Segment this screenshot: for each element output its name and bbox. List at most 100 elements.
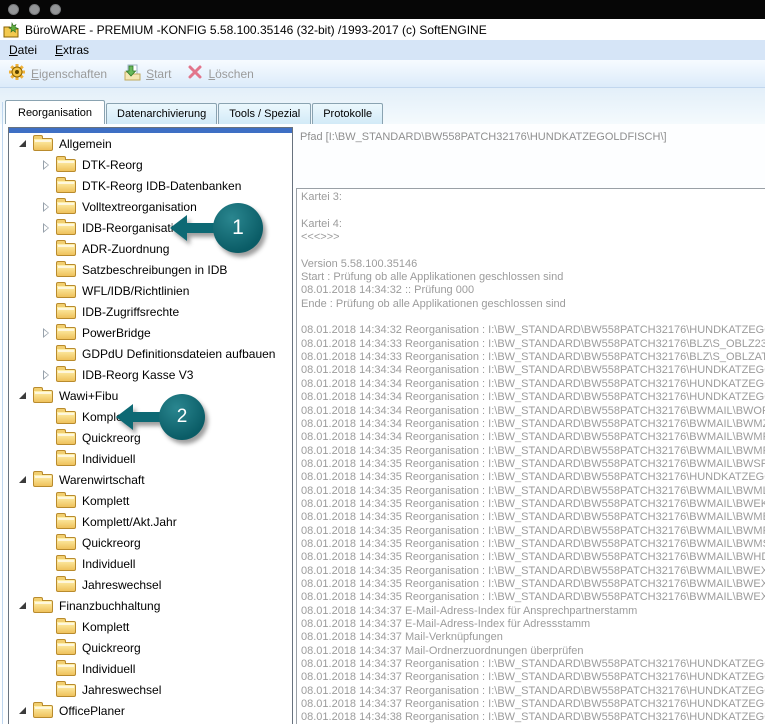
tree-item-warenwirtschaft[interactable]: Warenwirtschaft: [9, 469, 292, 490]
expanded-arrow-icon[interactable]: [17, 600, 29, 612]
tree-item-label: WFL/IDB/Richtlinien: [82, 284, 189, 298]
tree-item-label: IDB-Zugriffsrechte: [82, 305, 179, 319]
tree-item-label: PowerBridge: [82, 326, 151, 340]
log-output-box[interactable]: Kartei 3: Kartei 4: <<<>>> Version 5.58.…: [296, 188, 765, 724]
arrow-spacer: [40, 663, 52, 675]
folder-icon: [33, 474, 53, 487]
app-icon: [3, 22, 19, 38]
menu-extras[interactable]: Extras: [46, 43, 98, 57]
tree-item-wfl-idb-richtlinien[interactable]: WFL/IDB/Richtlinien: [9, 280, 292, 301]
tree-item-idb-reorg-kasse-v3[interactable]: IDB-Reorg Kasse V3: [9, 364, 292, 385]
tree-item-label: Jahreswechsel: [82, 683, 161, 697]
collapsed-arrow-icon[interactable]: [40, 327, 52, 339]
tree-item-quickreorg[interactable]: Quickreorg: [9, 532, 292, 553]
tree-item-label: Jahreswechsel: [82, 578, 161, 592]
eigenschaften-button[interactable]: Eigenschaften: [8, 63, 107, 84]
folder-icon: [56, 684, 76, 697]
log-text: Kartei 3: Kartei 4: <<<>>> Version 5.58.…: [301, 191, 765, 724]
folder-icon: [56, 411, 76, 424]
folder-icon: [56, 180, 76, 193]
window-button-icon[interactable]: [50, 4, 61, 15]
arrow-spacer: [40, 579, 52, 591]
arrow-spacer: [40, 558, 52, 570]
collapsed-arrow-icon[interactable]: [40, 369, 52, 381]
tab-datenarchivierung[interactable]: Datenarchivierung: [106, 103, 217, 124]
folder-icon: [56, 453, 76, 466]
tree-item-label: DTK-Reorg: [82, 158, 143, 172]
callout-number: 2: [177, 406, 188, 428]
tree-item-jahreswechsel[interactable]: Jahreswechsel: [9, 679, 292, 700]
expanded-arrow-icon[interactable]: [17, 705, 29, 717]
tab-strip: ReorganisationDatenarchivierungTools / S…: [5, 100, 384, 124]
expanded-arrow-icon[interactable]: [17, 390, 29, 402]
menu-bar: Datei Extras: [0, 40, 765, 60]
tree-item-allgemein[interactable]: Allgemein: [9, 133, 292, 154]
collapsed-arrow-icon[interactable]: [40, 222, 52, 234]
tab-protokolle[interactable]: Protokolle: [312, 103, 383, 124]
arrow-spacer: [40, 411, 52, 423]
tree-item-label: Wawi+Fibu: [59, 389, 118, 403]
tab-tools-spezial[interactable]: Tools / Spezial: [218, 103, 311, 124]
tree-item-label: IDB-Reorg Kasse V3: [82, 368, 193, 382]
folder-icon: [56, 306, 76, 319]
tree-item-dtk-reorg-idb-datenbanken[interactable]: DTK-Reorg IDB-Datenbanken: [9, 175, 292, 196]
arrow-spacer: [40, 285, 52, 297]
page-left-border: [2, 102, 3, 724]
expanded-arrow-icon[interactable]: [17, 474, 29, 486]
tab-reorganisation[interactable]: Reorganisation: [5, 100, 105, 124]
tree-item-powerbridge[interactable]: PowerBridge: [9, 322, 292, 343]
tree-item-gdpdu-definitionsdateien-aufbauen[interactable]: GDPdU Definitionsdateien aufbauen: [9, 343, 292, 364]
folder-icon: [56, 495, 76, 508]
tree-item-komplett[interactable]: Komplett: [9, 490, 292, 511]
tree-item-satzbeschreibungen-in-idb[interactable]: Satzbeschreibungen in IDB: [9, 259, 292, 280]
window-button-icon[interactable]: [8, 4, 19, 15]
folder-icon: [56, 222, 76, 235]
folder-icon: [33, 705, 53, 718]
arrow-spacer: [40, 495, 52, 507]
arrow-spacer: [40, 684, 52, 696]
arrow-spacer: [40, 453, 52, 465]
tree-item-komplett-akt-jahr[interactable]: Komplett/Akt.Jahr: [9, 511, 292, 532]
tree-item-individuell[interactable]: Individuell: [9, 553, 292, 574]
expanded-arrow-icon[interactable]: [17, 138, 29, 150]
tree-item-komplett[interactable]: Komplett: [9, 616, 292, 637]
start-folder-arrow-icon: [123, 63, 141, 84]
folder-icon: [56, 537, 76, 550]
arrow-spacer: [40, 516, 52, 528]
loeschen-button[interactable]: Löschen: [187, 64, 253, 83]
arrow-spacer: [40, 432, 52, 444]
tree-item-label: Quickreorg: [82, 641, 141, 655]
tree-item-label: Allgemein: [59, 137, 112, 151]
tree-item-label: DTK-Reorg IDB-Datenbanken: [82, 179, 241, 193]
window-button-icon[interactable]: [29, 4, 40, 15]
toolbar: Eigenschaften Start Löschen: [0, 60, 765, 88]
collapsed-arrow-icon[interactable]: [40, 159, 52, 171]
tree-item-idb-zugriffsrechte[interactable]: IDB-Zugriffsrechte: [9, 301, 292, 322]
tree-item-label: OfficePlaner: [59, 704, 125, 718]
tree-item-label: Individuell: [82, 662, 135, 676]
tree-item-quickreorg[interactable]: Quickreorg: [9, 637, 292, 658]
menu-datei[interactable]: Datei: [0, 43, 46, 57]
arrow-spacer: [40, 264, 52, 276]
properties-gear-icon: [8, 63, 26, 84]
folder-icon: [56, 243, 76, 256]
path-label: Pfad [I:\BW_STANDARD\BW558PATCH32176\HUN…: [300, 131, 667, 143]
tree-item-officeplaner[interactable]: OfficePlaner: [9, 700, 292, 721]
tree-item-jahreswechsel[interactable]: Jahreswechsel: [9, 574, 292, 595]
folder-icon: [56, 663, 76, 676]
tree-item-dtk-reorg[interactable]: DTK-Reorg: [9, 154, 292, 175]
tree-item-finanzbuchhaltung[interactable]: Finanzbuchhaltung: [9, 595, 292, 616]
tree-item-label: Satzbeschreibungen in IDB: [82, 263, 227, 277]
folder-icon: [56, 369, 76, 382]
collapsed-arrow-icon[interactable]: [40, 201, 52, 213]
tree-item-label: Komplett/Akt.Jahr: [82, 515, 177, 529]
folder-icon: [56, 285, 76, 298]
tree-item-label: ADR-Zuordnung: [82, 242, 169, 256]
folder-icon: [33, 390, 53, 403]
tab-area: ReorganisationDatenarchivierungTools / S…: [0, 88, 765, 124]
tree-item-label: GDPdU Definitionsdateien aufbauen: [82, 347, 275, 361]
page-content: Allgemein DTK-Reorg DTK-Reorg IDB-Datenban…: [0, 124, 765, 724]
tree-item-individuell[interactable]: Individuell: [9, 448, 292, 469]
tree-item-individuell[interactable]: Individuell: [9, 658, 292, 679]
start-button[interactable]: Start: [123, 63, 171, 84]
